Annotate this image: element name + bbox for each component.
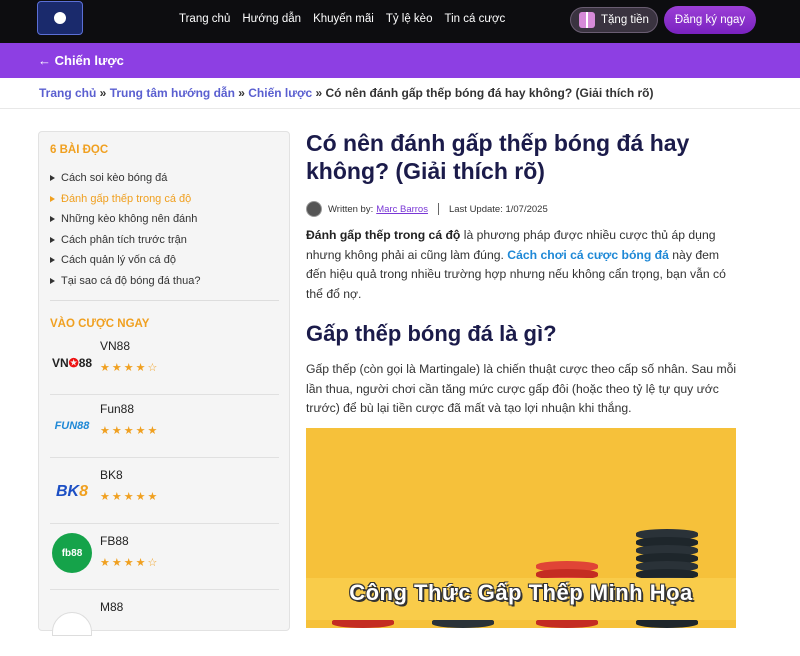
fun88-logo: FUN88 bbox=[54, 420, 90, 432]
section-heading: Gấp thếp bóng đá là gì? bbox=[306, 321, 557, 346]
bookmaker-item[interactable]: VN ✪ 88 VN88 ★★★★☆ bbox=[50, 337, 279, 395]
toc-item[interactable]: Cách quản lý vốn cá độ bbox=[50, 250, 200, 271]
toc-item-label: Đánh gấp thếp trong cá độ bbox=[61, 192, 192, 205]
toc-item-label: Cách phân tích trước trận bbox=[61, 233, 187, 246]
breadcrumb: Trang chủ » Trung tâm hướng dẫn » Chiến … bbox=[39, 86, 654, 100]
logo-text: VN bbox=[51, 356, 69, 370]
star-rating: ★★★★☆ bbox=[100, 557, 160, 569]
breadcrumb-sep: » bbox=[96, 86, 110, 100]
article-title: Có nên đánh gấp thếp bóng đá hay không? … bbox=[306, 130, 690, 184]
section-paragraph: Gấp thếp (còn gọi là Martingale) là chiế… bbox=[306, 362, 737, 415]
intro-bold: Đánh gấp thếp trong cá độ bbox=[306, 228, 461, 242]
breadcrumb-guide[interactable]: Trung tâm hướng dẫn bbox=[110, 86, 235, 100]
gift-label: Tặng tiền bbox=[601, 14, 649, 26]
star-rating: ★★★★☆ bbox=[100, 362, 160, 374]
logo-text: 88 bbox=[78, 356, 93, 370]
bookmaker-item[interactable]: FUN88 Fun88 ★★★★★ bbox=[50, 400, 279, 458]
intro-paragraph: Đánh gấp thếp trong cá độ là phương pháp… bbox=[306, 226, 738, 304]
gift-icon bbox=[579, 12, 595, 28]
nav-news[interactable]: Tin cá cược bbox=[444, 13, 505, 25]
logo-text: ✪ bbox=[68, 356, 79, 370]
last-update: Last Update: 1/07/2025 bbox=[448, 203, 548, 215]
bk8-logo: BK 8 bbox=[50, 472, 94, 512]
toc-item[interactable]: Cách soi kèo bóng đá bbox=[50, 168, 200, 189]
toc-item-label: Cách soi kèo bóng đá bbox=[61, 172, 168, 185]
toc-item-label: Cách quản lý vốn cá độ bbox=[61, 254, 176, 267]
bookmaker-name: VN88 bbox=[100, 339, 131, 353]
star-rating: ★★★★★ bbox=[100, 491, 160, 503]
nav-promotions[interactable]: Khuyến mãi bbox=[313, 13, 374, 25]
gift-button[interactable]: Tặng tiền bbox=[570, 7, 658, 33]
bookmaker-item[interactable]: M88 bbox=[50, 598, 279, 656]
breadcrumb-sep: » bbox=[234, 86, 249, 100]
nav-odds[interactable]: Tỷ lệ kèo bbox=[386, 13, 433, 25]
category-band: ← Chiến lược bbox=[0, 43, 800, 78]
toc-item[interactable]: Cách phân tích trước trận bbox=[50, 230, 200, 251]
article-banner-image: Công Thức Gấp Thếp Minh Họa bbox=[306, 428, 736, 628]
fb88-logo: fb88 bbox=[52, 533, 92, 573]
breadcrumb-sep: » bbox=[312, 86, 326, 100]
triangle-icon bbox=[50, 175, 55, 182]
author-link[interactable]: Marc Barros bbox=[376, 204, 428, 215]
breadcrumb-home[interactable]: Trang chủ bbox=[39, 86, 96, 100]
bet-title: VÀO CƯỢC NGAY bbox=[50, 318, 150, 330]
divider bbox=[437, 203, 439, 215]
bookmaker-name: M88 bbox=[100, 600, 124, 614]
toc-title: 6 BÀI ĐỌC bbox=[50, 144, 109, 156]
sidebar: 6 BÀI ĐỌC Cách soi kèo bóng đá Đánh gấp … bbox=[38, 131, 290, 636]
vn88-logo: VN ✪ 88 bbox=[50, 343, 94, 383]
triangle-icon bbox=[50, 236, 55, 243]
triangle-icon bbox=[50, 216, 55, 223]
triangle-icon bbox=[50, 257, 55, 264]
bookmaker-item[interactable]: BK 8 BK8 ★★★★★ bbox=[50, 466, 279, 524]
bookmaker-name: FB88 bbox=[100, 534, 129, 548]
divider bbox=[50, 300, 279, 301]
back-link[interactable]: ← Chiến lược bbox=[38, 53, 124, 68]
logo-text: 8 bbox=[79, 483, 88, 500]
banner-caption: Công Thức Gấp Thếp Minh Họa bbox=[349, 580, 693, 605]
star-rating: ★★★★★ bbox=[100, 425, 160, 437]
site-logo[interactable] bbox=[37, 1, 83, 35]
breadcrumb-category[interactable]: Chiến lược bbox=[248, 86, 312, 100]
top-navbar: Trang chủ Hướng dẫn Khuyến mãi Tỷ lệ kèo… bbox=[0, 0, 800, 43]
bookmaker-name: Fun88 bbox=[100, 402, 135, 416]
toc-item-label: Những kèo không nên đánh bbox=[61, 213, 198, 226]
bookmaker-item[interactable]: fb88 FB88 ★★★★☆ bbox=[50, 532, 279, 590]
football-icon bbox=[52, 10, 68, 26]
m88-logo bbox=[52, 612, 92, 636]
toc-item-label: Tại sao cá độ bóng đá thua? bbox=[61, 274, 201, 287]
toc-item-active[interactable]: Đánh gấp thếp trong cá độ bbox=[50, 189, 200, 210]
breadcrumb-current: Có nên đánh gấp thếp bóng đá hay không? … bbox=[325, 86, 654, 100]
toc-list: Cách soi kèo bóng đá Đánh gấp thếp trong… bbox=[50, 168, 200, 291]
divider bbox=[0, 108, 800, 109]
main-nav: Trang chủ Hướng dẫn Khuyến mãi Tỷ lệ kèo… bbox=[179, 13, 517, 25]
triangle-icon bbox=[50, 195, 55, 202]
register-button[interactable]: Đăng ký ngay bbox=[664, 6, 756, 34]
toc-item[interactable]: Những kèo không nên đánh bbox=[50, 209, 200, 230]
intro-link[interactable]: Cách chơi cá cược bóng đá bbox=[507, 248, 669, 262]
written-by-label: Written by: bbox=[328, 203, 374, 215]
toc-item[interactable]: Tại sao cá độ bóng đá thua? bbox=[50, 271, 200, 292]
article-meta: Written by: Marc Barros Last Update: 1/0… bbox=[306, 201, 548, 217]
bookmaker-name: BK8 bbox=[100, 468, 123, 482]
nav-home[interactable]: Trang chủ bbox=[179, 13, 230, 25]
logo-text: BK bbox=[55, 483, 80, 500]
avatar bbox=[306, 201, 322, 217]
nav-guide[interactable]: Hướng dẫn bbox=[242, 13, 301, 25]
triangle-icon bbox=[50, 277, 55, 284]
